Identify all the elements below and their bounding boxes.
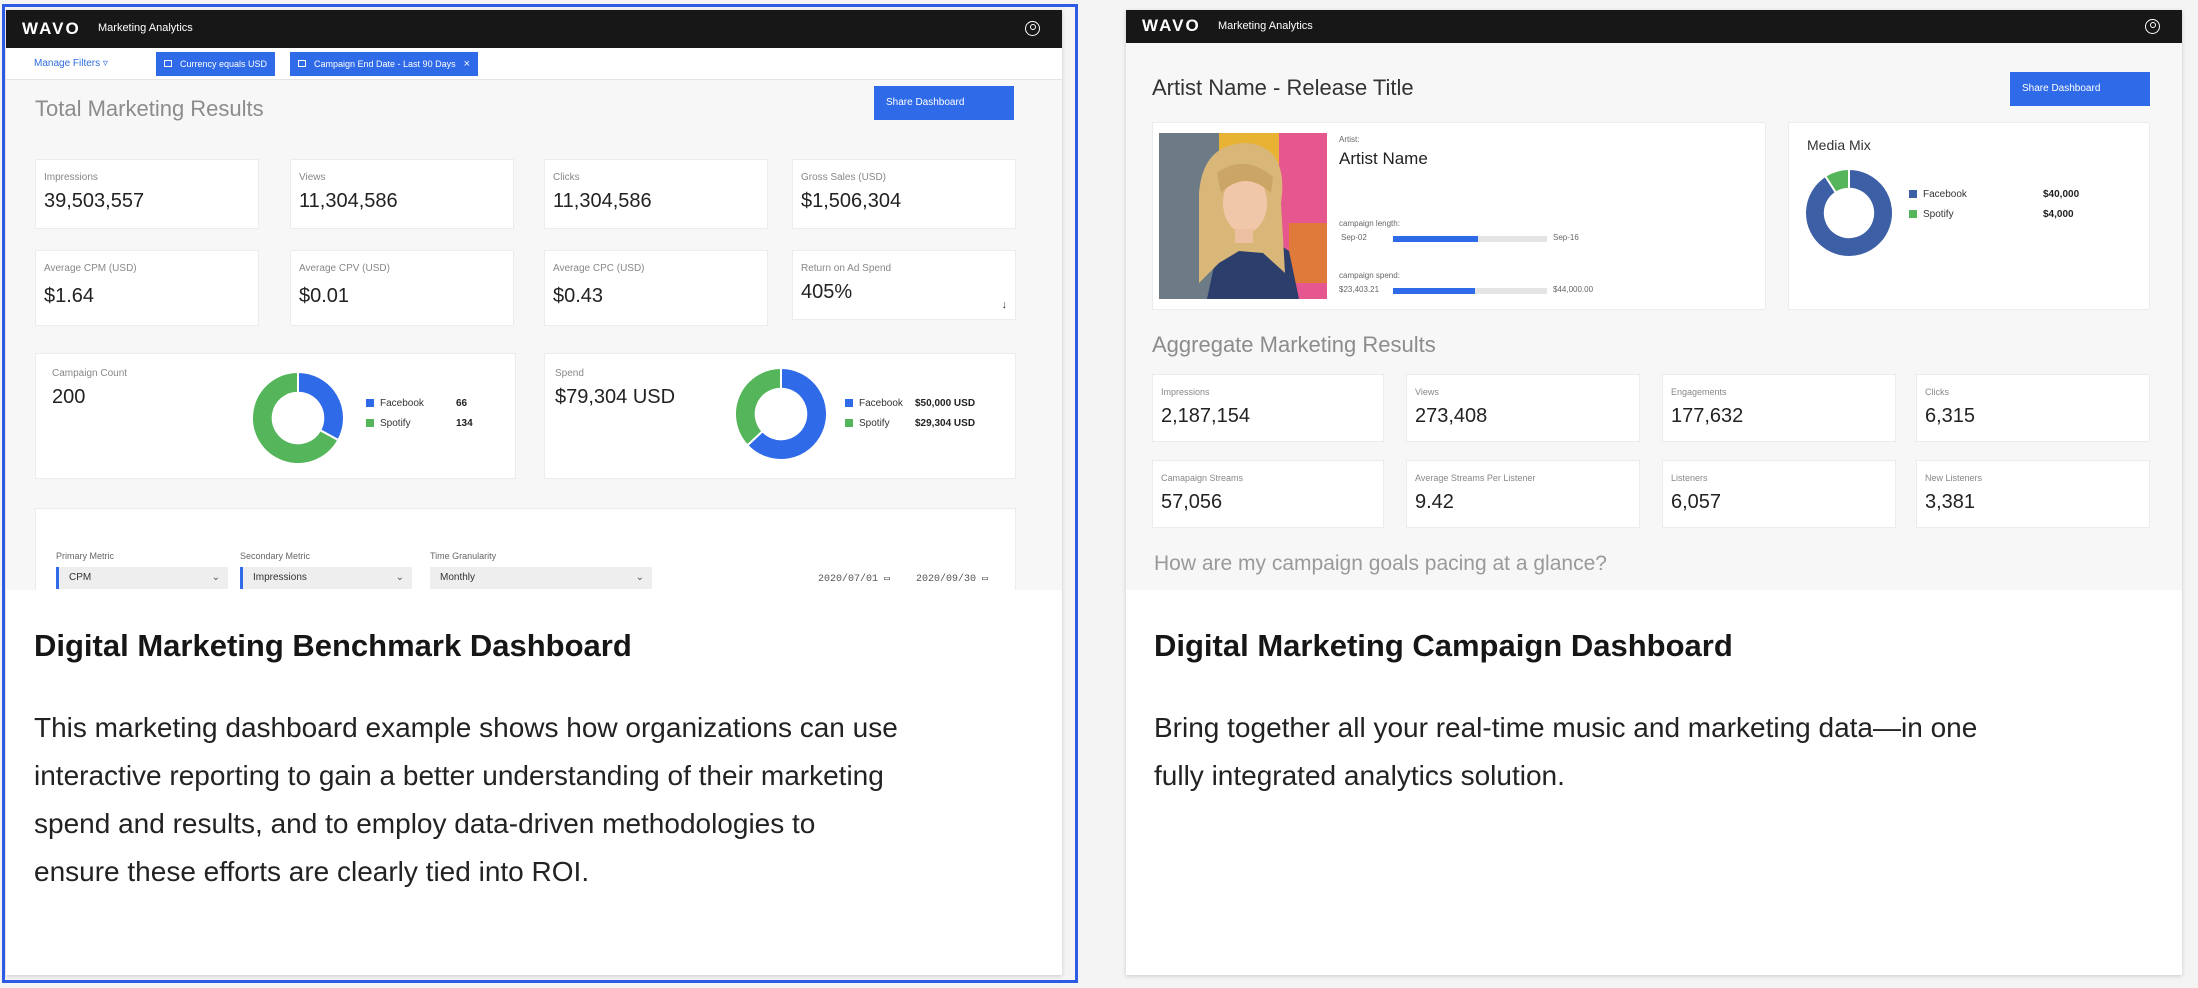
benchmark-dashboard-screenshot: WAVO Marketing Analytics Manage Filters …: [6, 10, 1062, 590]
end-date: 2020/09/30 ▭: [916, 574, 989, 585]
metric-selectors-panel: Primary Metric CPM ⌄ Secondary Metric Imp…: [35, 508, 1016, 590]
legend-facebook: Facebook: [845, 398, 903, 409]
chevron-down-icon: ⌄: [395, 572, 404, 583]
legend-spotify: Spotify: [845, 418, 890, 429]
artist-panel: Artist: Artist Name campaign length: Sep…: [1152, 122, 1766, 310]
app-name: Marketing Analytics: [98, 22, 193, 34]
app-topbar: WAVO Marketing Analytics: [1126, 10, 2182, 43]
spend-panel: Spend $79,304 USD Facebook $50,000 USD S…: [544, 353, 1016, 479]
aggregate-results-title: Aggregate Marketing Results: [1152, 332, 1436, 357]
filter-icon: ▿: [102, 58, 108, 69]
metric-average-cpv: Average CPV (USD) $0.01: [290, 250, 514, 326]
legend-spotify-value: 134: [456, 418, 473, 429]
metric-views: Views 273,408: [1406, 374, 1640, 442]
legend-spotify-value: $4,000: [2043, 209, 2074, 220]
currency-filter-chip: Currency equals USD: [156, 52, 276, 76]
secondary-metric-label: Secondary Metric: [240, 551, 311, 561]
primary-metric-select: CPM ⌄: [56, 567, 228, 589]
campaign-length-label: campaign length:: [1339, 219, 1400, 228]
spend-value: $79,304 USD: [555, 386, 676, 408]
share-dashboard-button: Share Dashboard: [2010, 72, 2150, 106]
campaign-count-label: Campaign Count: [52, 368, 128, 379]
metric-impressions: Impressions 2,187,154: [1152, 374, 1384, 442]
card-description: This marketing dashboard example shows h…: [34, 712, 898, 887]
start-date: 2020/07/01 ▭: [818, 574, 891, 585]
metric-views: Views 11,304,586: [290, 159, 514, 229]
artist-photo: [1159, 133, 1327, 299]
close-icon: ×: [463, 58, 471, 70]
artist-label: Artist:: [1339, 135, 1360, 144]
legend-facebook-value: 66: [456, 398, 468, 409]
campaign-length-end: Sep-16: [1553, 233, 1579, 242]
metric-average-streams-per-listener: Average Streams Per Listener 9.42: [1406, 460, 1640, 528]
artist-name: Artist Name: [1339, 149, 1428, 168]
media-mix-donut-chart: [1804, 167, 1894, 258]
wavo-logo: WAVO: [1142, 16, 1201, 35]
metric-clicks: Clicks 11,304,586: [544, 159, 768, 229]
user-icon: [2145, 19, 2160, 34]
primary-metric-label: Primary Metric: [56, 551, 114, 561]
benchmark-dashboard-card[interactable]: WAVO Marketing Analytics Manage Filters …: [6, 10, 1062, 975]
app-name: Marketing Analytics: [1218, 20, 1313, 32]
legend-spotify: Spotify: [366, 418, 411, 429]
legend-facebook: Facebook: [366, 398, 424, 409]
legend-facebook-value: $50,000 USD: [915, 398, 976, 409]
metric-roas: Return on Ad Spend 405% ↓: [792, 250, 1016, 320]
time-granularity-select: Monthly ⌄: [430, 567, 652, 589]
filter-bar: Manage Filters ▿ Currency equals USD Cam…: [6, 48, 1062, 80]
donut-slice-spotify: [734, 366, 782, 447]
chevron-down-icon: ⌄: [211, 572, 220, 583]
app-topbar: WAVO Marketing Analytics: [6, 10, 1062, 48]
media-mix-panel: Media Mix Facebook $40,000 Spotify $4,00…: [1788, 122, 2150, 310]
date-filter-chip: Campaign End Date - Last 90 Days ×: [290, 52, 479, 76]
campaign-count-value: 200: [52, 386, 86, 408]
spend-label: Spend: [555, 368, 584, 379]
metric-listeners: Listeners 6,057: [1662, 460, 1896, 528]
wavo-logo: WAVO: [22, 19, 81, 38]
metric-engagements: Engagements 177,632: [1662, 374, 1896, 442]
metric-gross-sales: Gross Sales (USD) $1,506,304: [792, 159, 1016, 229]
time-granularity-label: Time Granularity: [430, 551, 497, 561]
media-mix-title: Media Mix: [1807, 137, 1871, 153]
campaign-spend-end: $44,000.00: [1553, 285, 1594, 294]
secondary-metric-select: Impressions ⌄: [240, 567, 412, 589]
arrow-down-icon: ↓: [1001, 299, 1008, 311]
legend-spotify: Spotify: [1909, 209, 1954, 220]
campaign-spend-bar: [1393, 288, 1547, 294]
campaign-length-bar: [1393, 236, 1547, 242]
legend-facebook: Facebook: [1909, 189, 1967, 200]
metric-average-cpm: Average CPM (USD) $1.64: [35, 250, 259, 326]
pacing-title: How are my campaign goals pacing at a gl…: [1154, 552, 1607, 575]
calendar-icon: ▭: [884, 574, 891, 585]
metric-clicks: Clicks 6,315: [1916, 374, 2150, 442]
card-description: Bring together all your real-time music …: [1154, 712, 1978, 791]
spend-donut-chart: [734, 366, 828, 461]
card-title: Digital Marketing Campaign Dashboard: [1154, 628, 1733, 663]
manage-filters-link: Manage Filters ▿: [34, 58, 108, 69]
user-icon: [1025, 21, 1040, 36]
campaign-dashboard-screenshot: WAVO Marketing Analytics Artist Name - R…: [1126, 10, 2182, 590]
metric-impressions: Impressions 39,503,557: [35, 159, 259, 229]
card-title: Digital Marketing Benchmark Dashboard: [34, 628, 632, 663]
calendar-icon: ▭: [982, 574, 989, 585]
campaign-length-start: Sep-02: [1341, 233, 1367, 242]
legend-spotify-value: $29,304 USD: [915, 418, 976, 429]
campaign-count-donut-chart: [251, 370, 345, 465]
share-dashboard-button: Share Dashboard: [874, 86, 1014, 120]
legend-facebook-value: $40,000: [2043, 189, 2080, 200]
metric-campaign-streams: Camapaign Streams 57,056: [1152, 460, 1384, 528]
chevron-down-icon: ⌄: [635, 572, 644, 583]
currency-icon: [164, 60, 172, 67]
page-title: Total Marketing Results: [35, 96, 264, 121]
campaign-dashboard-card[interactable]: WAVO Marketing Analytics Artist Name - R…: [1126, 10, 2182, 975]
metric-average-cpc: Average CPC (USD) $0.43: [544, 250, 768, 326]
campaign-count-panel: Campaign Count 200 Facebook 66 Spotify 1…: [35, 353, 516, 479]
campaign-spend-start: $23,403.21: [1339, 285, 1380, 294]
page-title: Artist Name - Release Title: [1152, 75, 1414, 100]
metric-new-listeners: New Listeners 3,381: [1916, 460, 2150, 528]
calendar-icon: [298, 60, 306, 67]
campaign-spend-label: campaign spend:: [1339, 271, 1400, 280]
